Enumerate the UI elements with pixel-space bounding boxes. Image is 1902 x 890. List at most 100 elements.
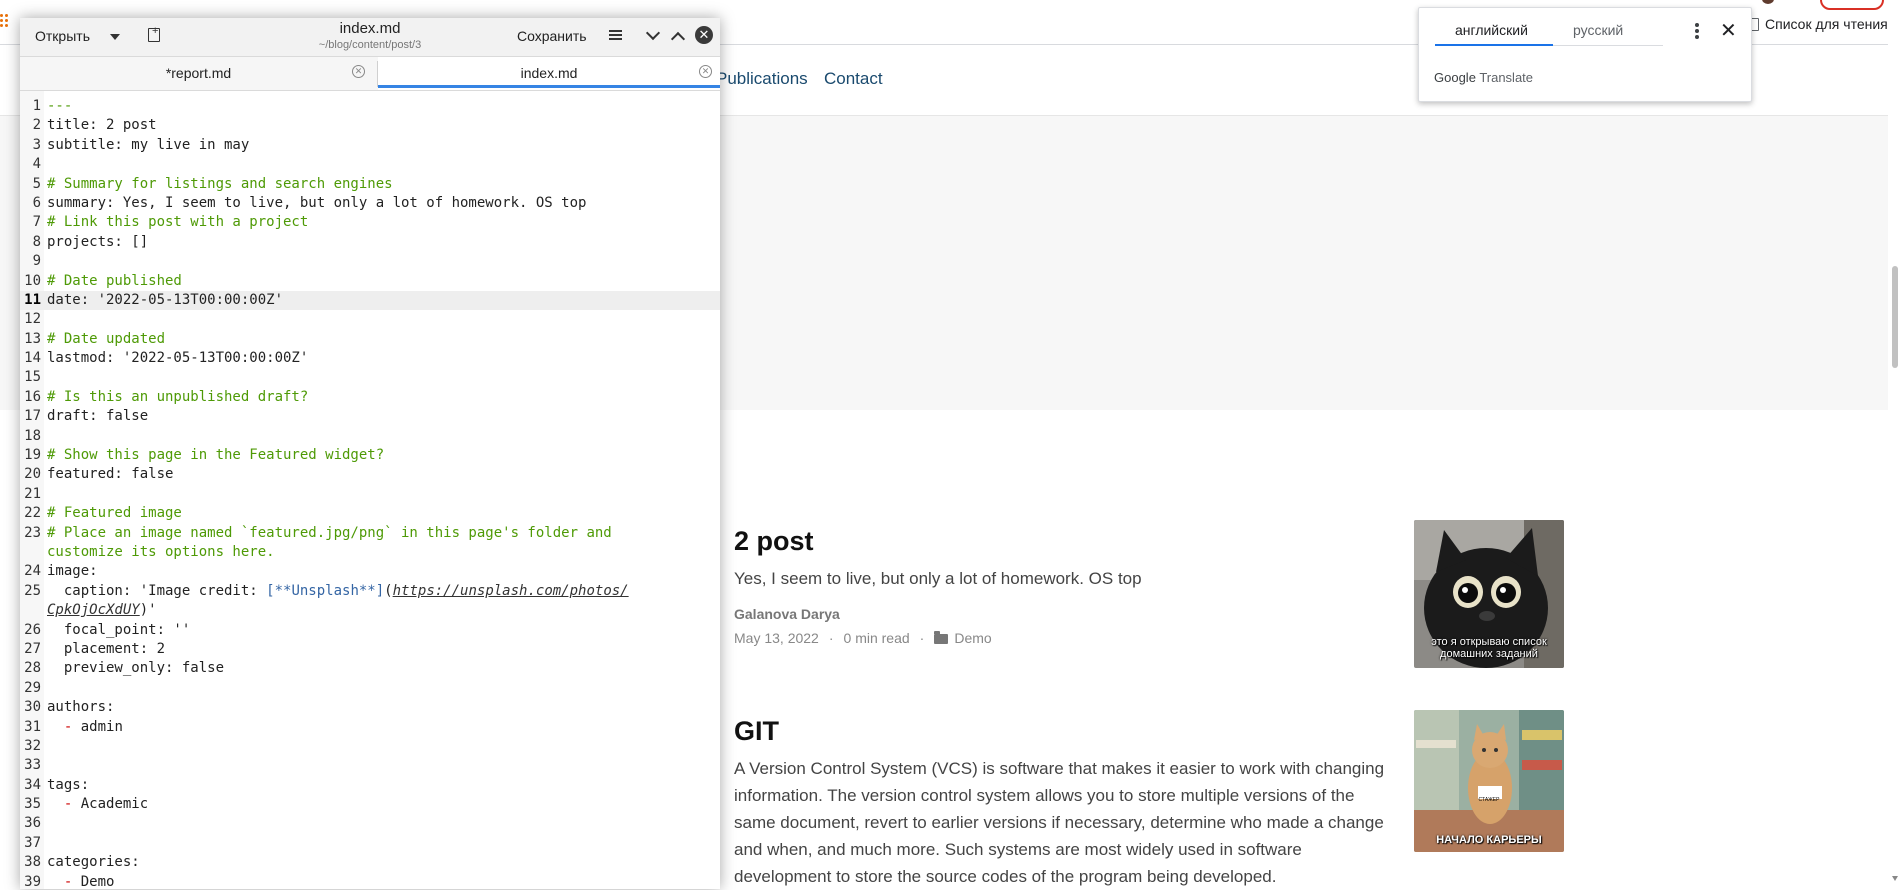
page-scrollbar[interactable]: [1888, 44, 1902, 889]
nav-link-publications[interactable]: Publications: [716, 69, 808, 89]
code-line[interactable]: 32: [20, 737, 720, 756]
scroll-down-arrow-icon[interactable]: [1892, 876, 1898, 881]
line-number: 9: [32, 253, 41, 270]
line-text[interactable]: projects: []: [47, 233, 148, 252]
line-text[interactable]: # Summary for listings and search engine…: [47, 175, 393, 194]
profile-avatar[interactable]: [1762, 0, 1774, 4]
line-text[interactable]: ---: [47, 97, 72, 116]
code-line[interactable]: 37: [20, 834, 720, 853]
tab-source-language[interactable]: английский: [1455, 22, 1528, 38]
more-options-icon[interactable]: [1695, 23, 1699, 39]
code-line[interactable]: 7 # Link this post with a project: [20, 213, 720, 232]
line-text[interactable]: subtitle: my live in may: [47, 136, 249, 155]
code-line[interactable]: 30 authors:: [20, 698, 720, 717]
line-text[interactable]: summary: Yes, I seem to live, but only a…: [47, 194, 586, 213]
line-text[interactable]: # Featured image: [47, 504, 182, 523]
code-line[interactable]: 6 summary: Yes, I seem to live, but only …: [20, 194, 720, 213]
close-icon[interactable]: ✕: [1720, 18, 1737, 43]
code-line[interactable]: 11 date: '2022-05-13T00:00:00Z': [20, 290, 720, 311]
code-line[interactable]: 5 # Summary for listings and search engin…: [20, 175, 720, 194]
line-text[interactable]: focal_point: '': [47, 621, 190, 640]
save-button[interactable]: Сохранить: [517, 28, 587, 44]
code-line[interactable]: 4: [20, 155, 720, 174]
code-line[interactable]: 13 # Date updated: [20, 330, 720, 349]
reading-list-button[interactable]: Список для чтения: [1748, 16, 1888, 32]
line-text[interactable]: - Demo: [47, 873, 115, 889]
line-text[interactable]: # Date published: [47, 272, 182, 291]
post-author[interactable]: Galanova Darya: [734, 606, 1374, 622]
code-line[interactable]: 8 projects: []: [20, 233, 720, 252]
code-line[interactable]: 33: [20, 756, 720, 775]
code-line[interactable]: 34 tags:: [20, 776, 720, 795]
line-text-wrap[interactable]: customize its options here.: [47, 543, 275, 562]
code-line[interactable]: 1 ---: [20, 97, 720, 116]
code-line[interactable]: 12: [20, 310, 720, 329]
line-text[interactable]: caption: 'Image credit: [**Unsplash**](h…: [47, 582, 629, 601]
line-text[interactable]: lastmod: '2022-05-13T00:00:00Z': [47, 349, 308, 368]
tab-target-language[interactable]: русский: [1573, 22, 1623, 38]
line-text[interactable]: tags:: [47, 776, 89, 795]
post-thumbnail[interactable]: это я открываю список домашних заданий: [1414, 520, 1564, 668]
close-window-icon[interactable]: ✕: [695, 26, 713, 44]
tab-report-md[interactable]: *report.md ✕: [20, 57, 377, 90]
line-text[interactable]: authors:: [47, 698, 114, 717]
code-editor[interactable]: 1 --- 2 title: 2 post 3 subtitle: my live in …: [20, 91, 720, 889]
post-category[interactable]: Demo: [954, 630, 991, 646]
line-text[interactable]: image:: [47, 562, 98, 581]
code-line[interactable]: 20 featured: false: [20, 465, 720, 484]
code-line[interactable]: 35 - Academic: [20, 795, 720, 814]
code-line[interactable]: 22 # Featured image: [20, 504, 720, 523]
hamburger-menu-icon[interactable]: [609, 30, 622, 40]
line-text[interactable]: # Link this post with a project: [47, 213, 308, 232]
tab-close-icon[interactable]: ✕: [352, 65, 365, 78]
apps-grid-icon[interactable]: [0, 14, 10, 28]
post-title[interactable]: 2 post: [734, 526, 1374, 557]
line-text[interactable]: # Show this page in the Featured widget?: [47, 446, 384, 465]
line-text[interactable]: - Academic: [47, 795, 148, 814]
nav-link-contact[interactable]: Contact: [824, 69, 883, 89]
code-line[interactable]: 24 image:: [20, 562, 720, 581]
image-caption: это я открываю список домашних заданий: [1431, 636, 1547, 660]
code-line[interactable]: 19 # Show this page in the Featured widge…: [20, 446, 720, 465]
code-line[interactable]: 18: [20, 427, 720, 446]
code-line[interactable]: 38 categories:: [20, 853, 720, 872]
code-line[interactable]: 39 - Demo: [20, 873, 720, 889]
tab-close-icon[interactable]: ✕: [699, 65, 712, 78]
line-text[interactable]: preview_only: false: [47, 659, 224, 678]
code-line[interactable]: 25 caption: 'Image credit: [**Unsplash**…: [20, 582, 720, 621]
line-text[interactable]: # Is this an unpublished draft?: [47, 388, 308, 407]
code-line[interactable]: 2 title: 2 post: [20, 116, 720, 135]
code-line[interactable]: 21: [20, 485, 720, 504]
code-line[interactable]: 10 # Date published: [20, 272, 720, 291]
code-line[interactable]: 14 lastmod: '2022-05-13T00:00:00Z': [20, 349, 720, 368]
line-text[interactable]: - admin: [47, 718, 123, 737]
code-line[interactable]: 9: [20, 252, 720, 271]
code-line[interactable]: 29: [20, 679, 720, 698]
line-text[interactable]: categories:: [47, 853, 140, 872]
post-thumbnail[interactable]: СТАЖЕР НАЧАЛО КАРЬЕРЫ: [1414, 710, 1564, 852]
code-line[interactable]: 23 # Place an image named `featured.jpg/p…: [20, 524, 720, 563]
code-line[interactable]: 31 - admin: [20, 718, 720, 737]
brand-translate: Translate: [1479, 70, 1534, 85]
tab-index-md[interactable]: index.md ✕: [378, 57, 720, 90]
code-line[interactable]: 3 subtitle: my live in may: [20, 136, 720, 155]
line-text[interactable]: # Date updated: [47, 330, 165, 349]
code-line[interactable]: 16 # Is this an unpublished draft?: [20, 388, 720, 407]
line-text[interactable]: placement: 2: [47, 640, 165, 659]
code-line[interactable]: 28 preview_only: false: [20, 659, 720, 678]
code-line[interactable]: 36: [20, 814, 720, 833]
code-lines[interactable]: 1 --- 2 title: 2 post 3 subtitle: my live in …: [20, 97, 720, 889]
scrollbar-thumb[interactable]: [1892, 266, 1898, 368]
profile-button[interactable]: [1820, 0, 1884, 10]
line-text[interactable]: featured: false: [47, 465, 173, 484]
code-line[interactable]: 27 placement: 2: [20, 640, 720, 659]
line-text[interactable]: title: 2 post: [47, 116, 157, 135]
post-title[interactable]: GIT: [734, 716, 1394, 747]
code-line[interactable]: 26 focal_point: '': [20, 621, 720, 640]
line-text[interactable]: date: '2022-05-13T00:00:00Z': [47, 291, 283, 310]
line-text[interactable]: draft: false: [47, 407, 148, 426]
code-line[interactable]: 15: [20, 368, 720, 387]
line-text[interactable]: # Place an image named `featured.jpg/png…: [47, 524, 612, 543]
line-text-wrap[interactable]: CpkOjOcXdUY)': [47, 601, 157, 620]
code-line[interactable]: 17 draft: false: [20, 407, 720, 426]
